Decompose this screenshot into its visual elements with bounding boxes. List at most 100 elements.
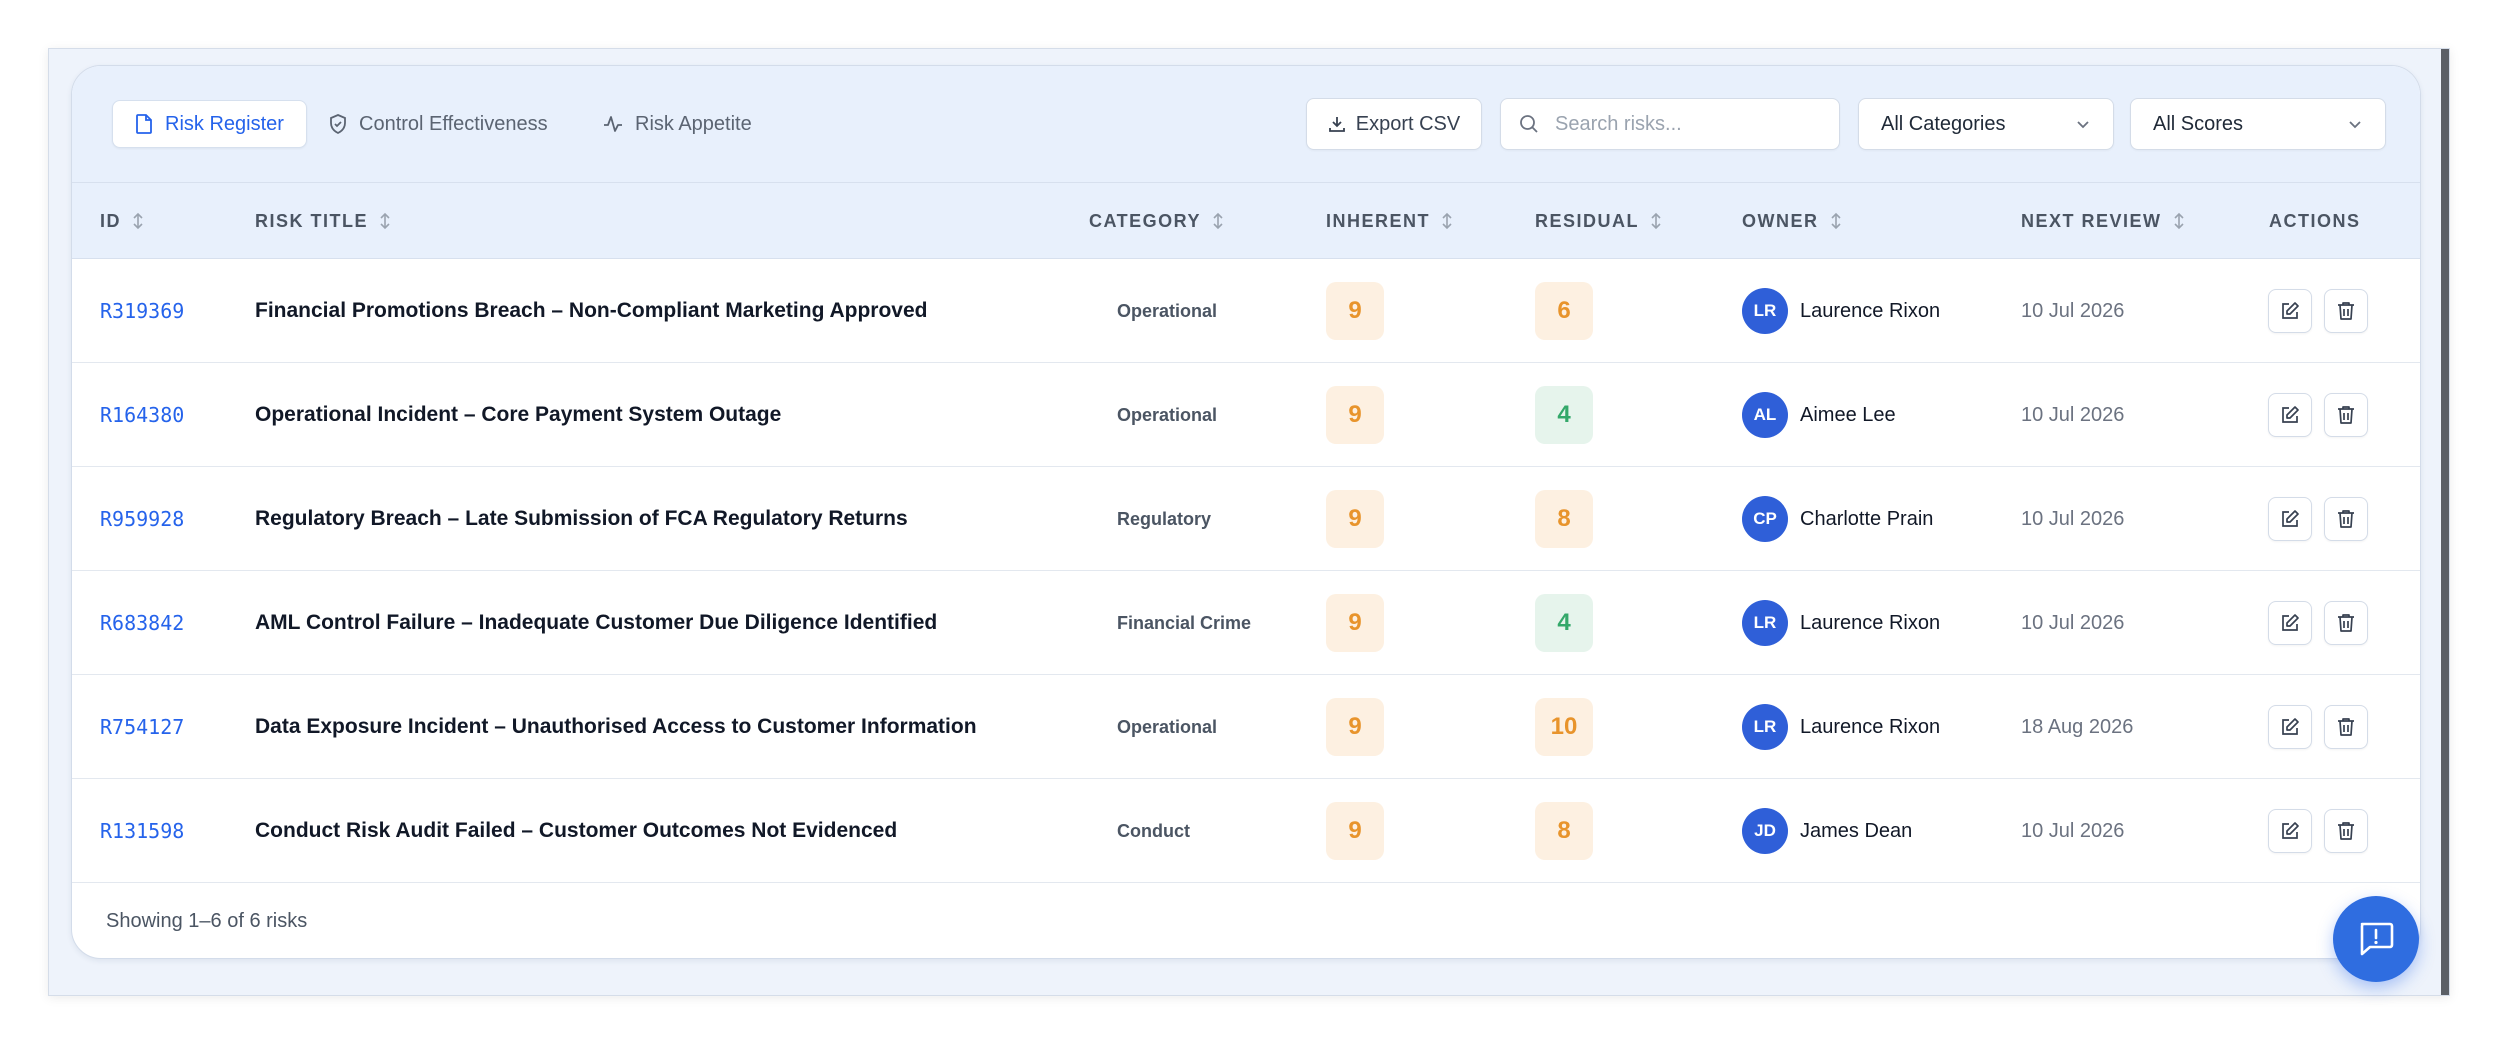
column-header-id[interactable]: ID	[100, 183, 143, 259]
column-header-inherent[interactable]: INHERENT	[1326, 183, 1452, 259]
row-actions	[2268, 779, 2380, 883]
next-review-date: 10 Jul 2026	[2021, 611, 2125, 634]
delete-button[interactable]	[2324, 497, 2368, 541]
table-row[interactable]: R164380 Operational Incident – Core Payme…	[72, 363, 2420, 467]
inherent-score-cell: 9	[1326, 779, 1384, 883]
owner-cell: LR Laurence Rixon	[1742, 259, 1940, 363]
residual-score-cell: 6	[1535, 259, 1593, 363]
residual-score-badge: 4	[1535, 386, 1593, 444]
residual-score-cell: 8	[1535, 779, 1593, 883]
table-header: ID RISK TITLE CATEGORY INHERENT RESIDUAL…	[72, 183, 2420, 259]
search-input[interactable]	[1553, 111, 1827, 137]
risk-title: Operational Incident – Core Payment Syst…	[255, 403, 782, 426]
edit-button[interactable]	[2268, 497, 2312, 541]
next-review-date: 10 Jul 2026	[2021, 403, 2125, 426]
category-label: Operational	[1117, 716, 1218, 737]
pagination-summary: Showing 1–6 of 6 risks	[106, 910, 308, 932]
category-label: Financial Crime	[1117, 612, 1252, 633]
category-filter-value: All Categories	[1881, 112, 2006, 135]
inherent-score-cell: 9	[1326, 675, 1384, 779]
column-label: INHERENT	[1326, 210, 1431, 231]
column-label: RISK TITLE	[255, 210, 368, 231]
category-label: Conduct	[1117, 820, 1190, 841]
edit-icon	[2282, 614, 2299, 631]
column-label: ID	[100, 210, 121, 231]
owner-cell: CP Charlotte Prain	[1742, 467, 1933, 571]
table-row[interactable]: R959928 Regulatory Breach – Late Submissi…	[72, 467, 2420, 571]
owner-name: Laurence Rixon	[1800, 299, 1941, 322]
column-header-category[interactable]: CATEGORY	[1089, 183, 1223, 259]
search-box[interactable]	[1500, 98, 1840, 150]
table-row[interactable]: R319369 Financial Promotions Breach – Non…	[72, 259, 2420, 363]
edit-icon	[2282, 302, 2299, 319]
risk-id-link[interactable]: R164380	[100, 363, 184, 467]
sort-icon[interactable]	[1213, 212, 1223, 230]
column-header-risk-title[interactable]: RISK TITLE	[255, 183, 390, 259]
chat-alert-icon	[2360, 922, 2394, 956]
sort-icon[interactable]	[133, 212, 143, 230]
sort-icon[interactable]	[380, 212, 390, 230]
risk-register-card: Risk Register Control Effectiveness Risk…	[71, 65, 2421, 959]
residual-score-cell: 8	[1535, 467, 1593, 571]
edit-button[interactable]	[2268, 393, 2312, 437]
sort-icon[interactable]	[1830, 212, 1841, 230]
owner-name: Charlotte Prain	[1800, 507, 1934, 530]
inherent-score-cell: 9	[1326, 467, 1384, 571]
inherent-score-cell: 9	[1326, 259, 1384, 363]
risk-id-link[interactable]: R683842	[100, 571, 184, 675]
avatar: LR	[1742, 600, 1788, 646]
residual-score-badge: 8	[1535, 490, 1593, 548]
tab-risk-register[interactable]: Risk Register	[112, 100, 307, 148]
risk-title: Data Exposure Incident – Unauthorised Ac…	[255, 715, 977, 738]
avatar: JD	[1742, 808, 1788, 854]
window-scrollbar[interactable]	[2441, 49, 2449, 995]
column-header-owner[interactable]: OWNER	[1742, 183, 1841, 259]
category-filter-select[interactable]: All Categories	[1858, 98, 2114, 150]
toolbar: Risk Register Control Effectiveness Risk…	[72, 66, 2420, 183]
inherent-score-badge: 9	[1326, 802, 1384, 860]
sort-icon[interactable]	[1442, 212, 1452, 230]
risk-id-link[interactable]: R131598	[100, 779, 184, 883]
risk-id-link[interactable]: R959928	[100, 467, 184, 571]
edit-button[interactable]	[2268, 289, 2312, 333]
category-label: Operational	[1117, 300, 1218, 321]
sort-icon[interactable]	[1651, 212, 1661, 230]
table-row[interactable]: R754127 Data Exposure Incident – Unauthor…	[72, 675, 2420, 779]
search-icon	[1520, 115, 1538, 133]
column-header-next-review[interactable]: NEXT REVIEW	[2021, 183, 2184, 259]
table-row[interactable]: R683842 AML Control Failure – Inadequate …	[72, 571, 2420, 675]
avatar: LR	[1742, 288, 1788, 334]
chat-button[interactable]	[2333, 896, 2419, 982]
delete-button[interactable]	[2324, 393, 2368, 437]
trash-icon	[2338, 510, 2354, 528]
sort-icon[interactable]	[2173, 212, 2184, 230]
export-csv-button[interactable]: Export CSV	[1306, 98, 1482, 150]
column-header-residual[interactable]: RESIDUAL	[1535, 183, 1661, 259]
delete-button[interactable]	[2324, 289, 2368, 333]
download-icon	[1328, 117, 1345, 132]
delete-button[interactable]	[2324, 601, 2368, 645]
trash-icon	[2338, 718, 2354, 736]
edit-icon	[2282, 406, 2299, 423]
table-row[interactable]: R131598 Conduct Risk Audit Failed – Custo…	[72, 779, 2420, 883]
category-label: Operational	[1117, 404, 1218, 425]
score-filter-select[interactable]: All Scores	[2130, 98, 2386, 150]
inherent-score-cell: 9	[1326, 363, 1384, 467]
tab-risk-appetite[interactable]: Risk Appetite	[581, 100, 774, 148]
edit-button[interactable]	[2268, 809, 2312, 853]
delete-button[interactable]	[2324, 705, 2368, 749]
trash-icon	[2338, 406, 2354, 424]
activity-icon	[604, 116, 622, 132]
owner-name: Laurence Rixon	[1800, 611, 1941, 634]
inherent-score-badge: 9	[1326, 594, 1384, 652]
residual-score-badge: 10	[1535, 698, 1593, 756]
risk-id-link[interactable]: R754127	[100, 675, 184, 779]
tab-label: Control Effectiveness	[359, 112, 548, 135]
edit-button[interactable]	[2268, 705, 2312, 749]
next-review-date: 10 Jul 2026	[2021, 299, 2125, 322]
inherent-score-badge: 9	[1326, 698, 1384, 756]
tab-control-effectiveness[interactable]: Control Effectiveness	[307, 100, 570, 148]
risk-id-link[interactable]: R319369	[100, 259, 184, 363]
edit-button[interactable]	[2268, 601, 2312, 645]
delete-button[interactable]	[2324, 809, 2368, 853]
